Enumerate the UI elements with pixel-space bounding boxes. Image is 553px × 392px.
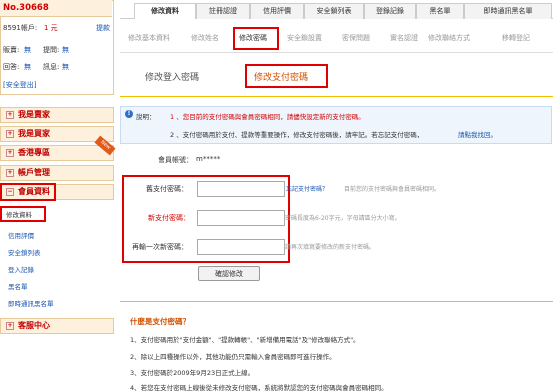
menu-support[interactable]: + 客服中心 xyxy=(0,318,114,334)
message-value[interactable]: 無 xyxy=(62,62,69,72)
sidebar-item-rating[interactable]: 信用評價 xyxy=(8,230,34,240)
menu-account[interactable]: + 帳戶管理 xyxy=(0,165,114,181)
sidebar-item-security-lock[interactable]: 安全鎖列表 xyxy=(8,247,41,257)
old-password-input[interactable] xyxy=(197,181,285,197)
recover-link[interactable]: 請點我找回。 xyxy=(458,129,497,139)
subtab-security-question[interactable]: 密保問題 xyxy=(342,33,370,43)
expand-icon: + xyxy=(6,168,14,177)
info-item-2: 2、除以上四種操作以外，其他功能仍只需輸入會員密碼即可進行操作。 xyxy=(130,353,336,361)
logout-link[interactable]: [安全登出] xyxy=(3,80,36,90)
tab-login-password[interactable]: 修改登入密碼 xyxy=(145,70,199,83)
old-password-label: 舊支付密碼： xyxy=(146,185,188,193)
sidebar-item-im-blacklist[interactable]: 即時通訊黑名單 xyxy=(8,298,54,308)
info-item-3: 3、支付密碼於2009年9月23日正式上線。 xyxy=(130,369,255,377)
tab-security-lock[interactable]: 安全鎖列表 xyxy=(304,3,364,19)
highlight-box xyxy=(245,64,328,88)
tab-rating[interactable]: 信用評價 xyxy=(250,3,304,19)
info-title: 什麼是支付密碼？ xyxy=(130,317,190,326)
reply-value[interactable]: 無 xyxy=(24,62,31,72)
subtab-name[interactable]: 修改姓名 xyxy=(191,33,219,43)
notice-line1: 1 、您目前的支付密碼與會員密碼相同，請儘快設定新的支付密碼。 xyxy=(170,113,365,121)
subtab-basic-info[interactable]: 修改基本資料 xyxy=(128,33,170,43)
question-label: 提問: xyxy=(43,46,60,54)
subtab-real-name[interactable]: 實名認證 xyxy=(390,33,418,43)
info-item-1: 1、支付密碼用於"支付金額"、"提款轉帳"、"新增備用電話"及"修改聯絡方式"。 xyxy=(130,336,360,344)
subtab-contact[interactable]: 修改聯絡方式 xyxy=(428,33,470,43)
new-password-hint: 密碼長度為6-20字元，字母請區分大小寫。 xyxy=(285,215,401,222)
account-label: 會員帳號： xyxy=(158,156,193,164)
confirm-password-input[interactable] xyxy=(197,239,285,255)
forgot-password-link[interactable]: 忘記支付密碼？ xyxy=(286,184,328,193)
tab-edit-profile[interactable]: 修改資料 xyxy=(134,3,196,19)
sell-value[interactable]: 無 xyxy=(24,45,31,55)
divider xyxy=(120,52,553,53)
subtab-transfer[interactable]: 移轉登記 xyxy=(502,33,530,43)
tab-login-log[interactable]: 登錄記錄 xyxy=(364,3,416,19)
divider xyxy=(120,96,553,97)
highlight-box xyxy=(0,183,56,201)
info-item-4: 4、若您在支付密碼上線後從未修改支付密碼，系統將默認您的支付密碼與會員密碼相同。 xyxy=(130,384,388,392)
expand-icon: + xyxy=(6,148,14,157)
tab-blacklist[interactable]: 黑名單 xyxy=(416,3,464,19)
menu-hongkong[interactable]: + 香港專區 xyxy=(0,145,114,161)
message-label: 訊息: xyxy=(43,63,60,71)
sell-label: 販賣: xyxy=(3,46,20,54)
confirm-password-label: 再輸一次新密碼： xyxy=(132,243,188,251)
balance-value: 1 元 xyxy=(44,24,58,32)
subtab-security-lock[interactable]: 安全鎖設置 xyxy=(287,33,322,43)
question-value[interactable]: 無 xyxy=(62,45,69,55)
withdraw-link[interactable]: 提款 xyxy=(96,23,110,33)
info-icon: ! xyxy=(125,110,133,118)
expand-icon: + xyxy=(6,129,14,138)
highlight-box xyxy=(233,27,279,50)
divider xyxy=(120,301,553,302)
confirm-button[interactable]: 確認修改 xyxy=(198,266,260,281)
sidebar-item-blacklist[interactable]: 黑名單 xyxy=(8,281,28,291)
reply-label: 回答: xyxy=(3,63,20,71)
sidebar-item-login-log[interactable]: 登入記錄 xyxy=(8,264,34,274)
highlight-box xyxy=(0,206,46,222)
notice-line2: 2 、支付密碼用於支付、提款等重要操作，修改支付密碼後，請牢記。若忘記支付密碼， xyxy=(170,131,424,139)
tab-registration[interactable]: 註冊認證 xyxy=(196,3,250,19)
account-id: No.30668 xyxy=(3,3,49,13)
old-password-hint: 目前您的支付密碼與會員密碼相同。 xyxy=(344,186,441,193)
new-password-label: 新支付密碼： xyxy=(148,214,190,222)
menu-seller[interactable]: + 我是賣家 xyxy=(0,107,114,123)
tab-im-blacklist[interactable]: 即時通訊黑名單 xyxy=(464,3,552,19)
account-value: m***** xyxy=(196,155,221,163)
balance-label: 8591帳戶: xyxy=(3,24,38,32)
confirm-password-hint: 請再次填寫要修改的新支付密碼。 xyxy=(285,244,376,251)
expand-icon: + xyxy=(6,321,14,330)
expand-icon: + xyxy=(6,110,14,119)
notice-label: 說明： xyxy=(136,113,156,121)
new-password-input[interactable] xyxy=(197,210,285,226)
